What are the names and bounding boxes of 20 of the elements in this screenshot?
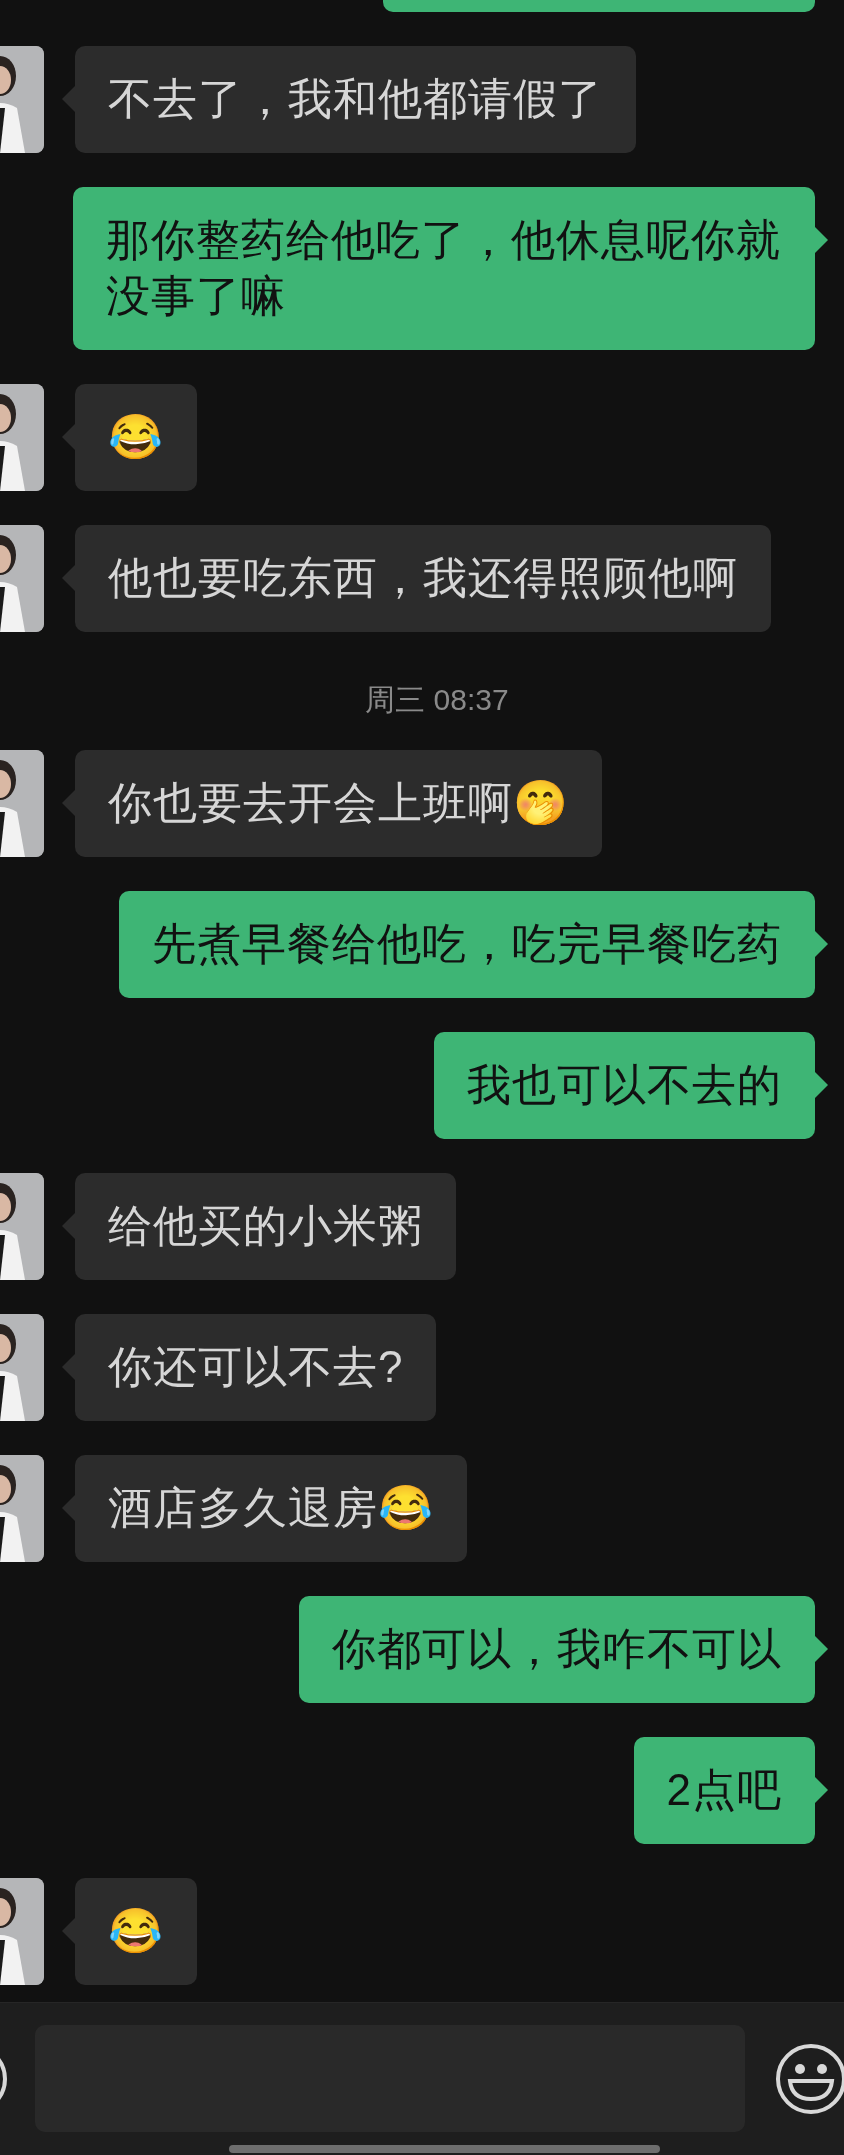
message-bubble: 先煮早餐给他吃，吃完早餐吃药 xyxy=(119,891,815,998)
bubble-tail xyxy=(815,227,828,253)
message-bubble: 他也要吃东西，我还得照顾他啊 xyxy=(75,525,771,632)
message-bubble: 😂 xyxy=(75,1878,197,1985)
message-bubble: 你也要去开会上班啊🤭 xyxy=(75,750,602,857)
message-bubble: 😂 xyxy=(75,384,197,491)
bubble-tail xyxy=(815,1777,828,1803)
message-bubble: 给他买的小米粥 xyxy=(75,1173,456,1280)
bubble-tail xyxy=(815,1072,828,1098)
message-bubble: 你还可以不去? xyxy=(75,1314,437,1421)
message-bubble: 不去了，我和他都请假了 xyxy=(75,46,636,153)
message-bubble: 酒店多久退房😂 xyxy=(75,1455,467,1562)
emoji-button-icon[interactable] xyxy=(775,2043,844,2115)
message-bubble: 你都可以，我咋不可以 xyxy=(299,1596,815,1703)
message-bubble: 2点吧 xyxy=(633,1737,815,1844)
message-bubble: 那你整药给他吃了，他休息呢你就没事了嘛 xyxy=(73,187,815,350)
bubble-tail xyxy=(815,931,828,957)
bubble-tail xyxy=(815,1636,828,1662)
message-bubble: 我也可以不去的 xyxy=(434,1032,815,1139)
timestamp: 周三 08:37 xyxy=(365,682,509,718)
